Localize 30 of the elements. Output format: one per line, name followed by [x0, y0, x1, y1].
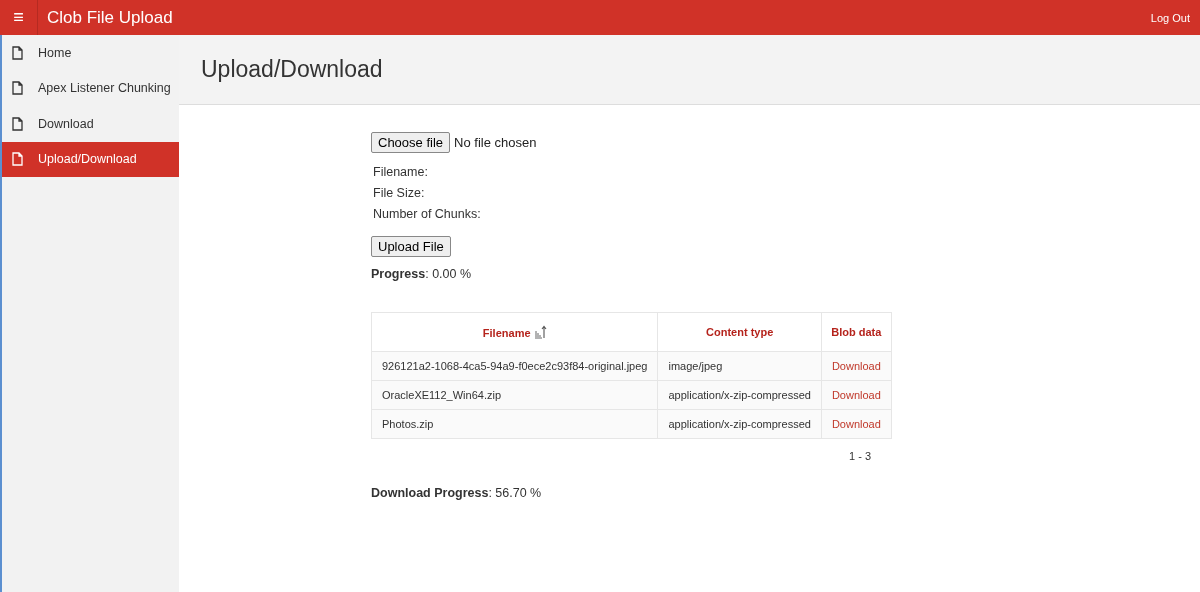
choose-file-button[interactable]: Choose file: [371, 132, 451, 153]
progress-text: Progress: 0.00 %: [371, 267, 472, 281]
sidebar-item[interactable]: Home: [2, 35, 179, 71]
sidebar-item[interactable]: Apex Listener Chunking: [2, 70, 179, 106]
app-title: Clob File Upload: [47, 7, 174, 28]
pagination-text: 1 - 3: [849, 450, 871, 462]
document-icon: [12, 45, 23, 60]
column-header[interactable]: Content type: [657, 312, 822, 352]
field-label: File Size:: [373, 185, 426, 202]
table-cell: image/jpeg: [657, 351, 822, 381]
download-progress-text: Download Progress: 56.70 %: [371, 486, 542, 500]
file-status-text: No file chosen: [454, 135, 537, 150]
table-cell: Photos.zip: [371, 409, 658, 439]
column-header[interactable]: Blob data: [821, 312, 892, 352]
upload-file-button[interactable]: Upload File: [371, 236, 451, 257]
table-cell: application/x-zip-compressed: [657, 380, 822, 410]
table-cell: OracleXE112_Win64.zip: [371, 380, 658, 410]
table-cell: application/x-zip-compressed: [657, 409, 822, 439]
document-icon: [12, 81, 23, 96]
sidebar-item[interactable]: Upload/Download: [2, 141, 179, 177]
sidebar-item[interactable]: Download: [2, 106, 179, 142]
log-out-link[interactable]: Log Out: [1150, 11, 1190, 24]
document-icon: [12, 152, 23, 167]
table-cell: 926121a2-1068-4ca5-94a9-f0ece2c93f84-original.jpeg: [371, 351, 658, 381]
field-label: Filename:: [373, 164, 429, 181]
page-title: Upload/Download: [201, 56, 383, 83]
sort-ascending-icon: [533, 325, 547, 339]
column-header[interactable]: Filename: [371, 312, 658, 352]
document-icon: [12, 116, 23, 131]
field-label: Number of Chunks:: [373, 206, 481, 223]
